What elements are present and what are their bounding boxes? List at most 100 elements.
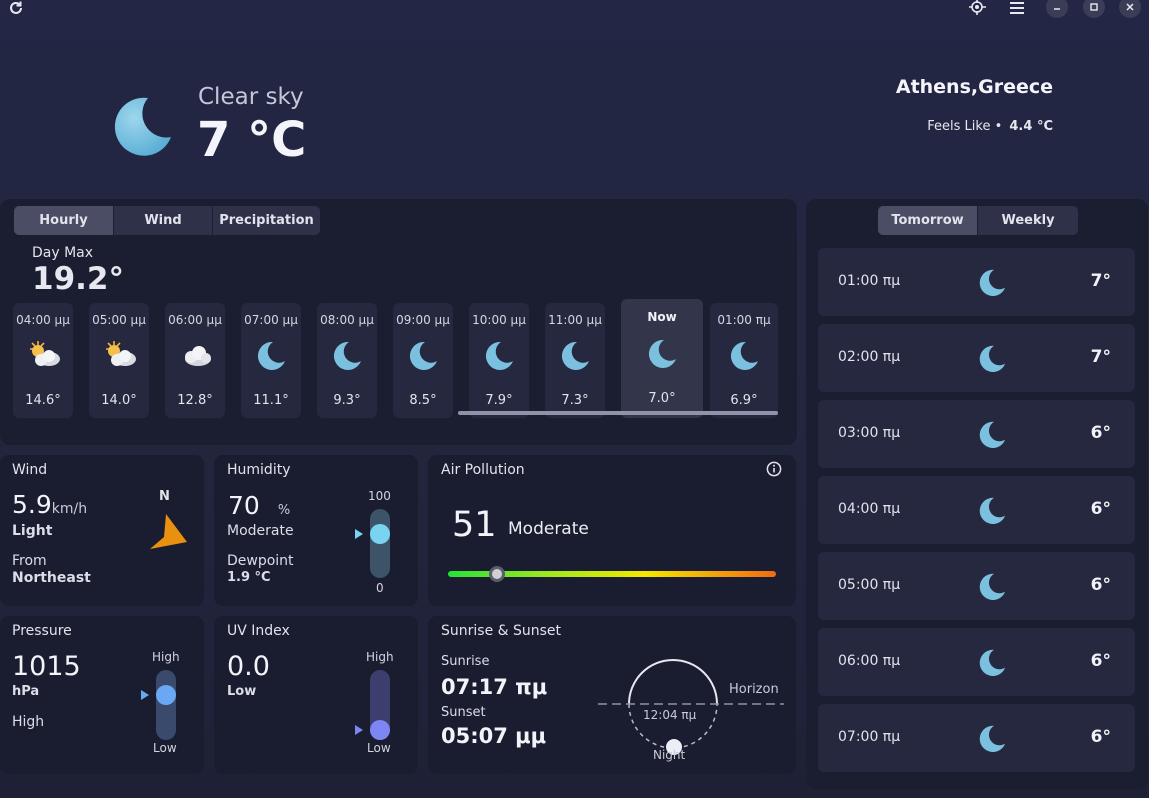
hourly-scrollbar[interactable] <box>458 411 778 415</box>
hour-card[interactable]: 08:00 μμ 9.3° <box>317 303 377 418</box>
humidity-number: 70 <box>228 491 260 520</box>
row-time: 06:00 πμ <box>838 653 901 669</box>
pressure-unit: hPa <box>12 684 40 699</box>
maximize-icon <box>1089 2 1099 12</box>
uv-scale-high: High <box>366 650 394 664</box>
uv-index-level: Low <box>227 684 257 699</box>
hour-time: 11:00 μμ <box>548 313 602 327</box>
row-temp: 6° <box>1090 651 1111 671</box>
tomorrow-row[interactable]: 07:00 πμ 6° <box>818 704 1135 772</box>
close-icon <box>1125 2 1135 12</box>
row-time: 01:00 πμ <box>838 273 901 289</box>
tab-wind[interactable]: Wind <box>114 206 213 235</box>
humidity-slider-thumb <box>370 524 390 544</box>
row-time: 02:00 πμ <box>838 349 901 365</box>
wind-title: Wind <box>12 462 48 478</box>
hour-card[interactable]: 10:00 μμ 7.9° <box>469 303 529 418</box>
row-time: 03:00 πμ <box>838 425 901 441</box>
tomorrow-row[interactable]: 03:00 πμ 6° <box>818 400 1135 468</box>
close-button[interactable] <box>1119 0 1141 18</box>
hour-card[interactable]: 07:00 μμ 11.1° <box>241 303 301 418</box>
maximize-button[interactable] <box>1083 0 1105 18</box>
cloudy-icon <box>178 339 214 371</box>
sunrise-label: Sunrise <box>441 654 490 669</box>
hour-time: 04:00 μμ <box>16 313 70 327</box>
hour-temp: 12.8° <box>177 393 213 408</box>
row-temp: 6° <box>1090 423 1111 443</box>
location-target-icon <box>968 0 986 16</box>
current-condition: Clear sky <box>198 84 304 110</box>
uv-index-value: 0.0 <box>227 651 270 682</box>
moon-icon <box>976 495 1008 525</box>
hour-card[interactable]: 09:00 μμ 8.5° <box>393 303 453 418</box>
uv-pointer <box>355 725 363 735</box>
moon-icon <box>976 343 1008 373</box>
row-time: 05:00 πμ <box>838 577 901 593</box>
refresh-button[interactable] <box>6 0 26 16</box>
tab-weekly[interactable]: Weekly <box>978 206 1078 235</box>
hour-card[interactable]: 04:00 μμ 14.6° <box>13 303 73 418</box>
tomorrow-row[interactable]: 06:00 πμ 6° <box>818 628 1135 696</box>
moon-icon <box>976 647 1008 677</box>
row-time: 04:00 πμ <box>838 501 901 517</box>
hour-time: 06:00 μμ <box>168 313 222 327</box>
tomorrow-row[interactable]: 02:00 πμ 7° <box>818 324 1135 392</box>
humidity-level: Moderate <box>227 523 294 539</box>
main-menu-button[interactable] <box>1006 0 1028 16</box>
hour-temp: 7.0° <box>648 391 676 406</box>
hour-card[interactable]: 05:00 μμ 14.0° <box>89 303 149 418</box>
hour-temp: 14.6° <box>25 393 61 408</box>
uv-slider-thumb <box>370 720 390 740</box>
hour-temp: 7.3° <box>561 393 589 408</box>
hamburger-menu-icon <box>1009 1 1025 15</box>
sunrise-time: 07:17 πμ <box>441 675 548 699</box>
tomorrow-row[interactable]: 05:00 πμ 6° <box>818 552 1135 620</box>
hour-card[interactable]: 11:00 μμ 7.3° <box>545 303 605 418</box>
horizon-label: Horizon <box>729 682 779 697</box>
dewpoint-label: Dewpoint <box>227 553 294 569</box>
row-time: 07:00 πμ <box>838 729 901 745</box>
uv-index-title: UV Index <box>227 623 290 639</box>
humidity-value: 70% <box>228 491 290 520</box>
humidity-scale-max: 100 <box>368 489 391 503</box>
moon-icon <box>482 339 516 371</box>
tab-hourly[interactable]: Hourly <box>14 206 114 235</box>
pressure-scale-high: High <box>152 650 180 664</box>
hour-temp: 7.9° <box>485 393 513 408</box>
hour-card[interactable]: 01:00 πμ 6.9° <box>710 303 778 418</box>
hour-card[interactable]: 06:00 μμ 12.8° <box>165 303 225 418</box>
sun-title: Sunrise & Sunset <box>441 623 562 639</box>
info-icon[interactable] <box>766 461 782 477</box>
aqi-level: Moderate <box>508 519 589 539</box>
partly-cloudy-day-icon <box>102 339 138 371</box>
solar-time: 12:04 πμ <box>643 708 697 722</box>
minimize-button[interactable] <box>1046 0 1068 18</box>
hour-time: 10:00 μμ <box>472 313 526 327</box>
dewpoint-value: 1.9 °C <box>227 570 271 585</box>
aqi-value: 51 <box>452 505 497 545</box>
day-max-label: Day Max <box>32 245 94 261</box>
tab-tomorrow[interactable]: Tomorrow <box>878 206 978 235</box>
humidity-scale-min: 0 <box>376 581 384 595</box>
side-tabs: Tomorrow Weekly <box>878 206 1078 235</box>
hour-time: 09:00 μμ <box>396 313 450 327</box>
air-pollution-title: Air Pollution <box>441 462 525 478</box>
sunset-label: Sunset <box>441 705 486 720</box>
night-label: Night <box>653 748 686 762</box>
row-temp: 6° <box>1090 499 1111 519</box>
wind-speed: 5.9km/h <box>12 490 87 519</box>
tab-precipitation[interactable]: Precipitation <box>213 206 320 235</box>
location-button[interactable] <box>966 0 988 16</box>
tomorrow-row[interactable]: 01:00 πμ 7° <box>818 248 1135 316</box>
moon-icon <box>976 419 1008 449</box>
hour-card-now[interactable]: Now 7.0° <box>621 299 703 418</box>
hour-temp: 8.5° <box>409 393 437 408</box>
tomorrow-row[interactable]: 04:00 πμ 6° <box>818 476 1135 544</box>
wind-direction: Northeast <box>12 570 91 586</box>
pressure-level: High <box>12 714 45 730</box>
hour-time: 07:00 μμ <box>244 313 298 327</box>
pressure-value: 1015 <box>12 651 81 682</box>
wind-speed-unit: km/h <box>51 501 88 517</box>
humidity-pointer <box>355 529 363 539</box>
hour-time: 08:00 μμ <box>320 313 374 327</box>
